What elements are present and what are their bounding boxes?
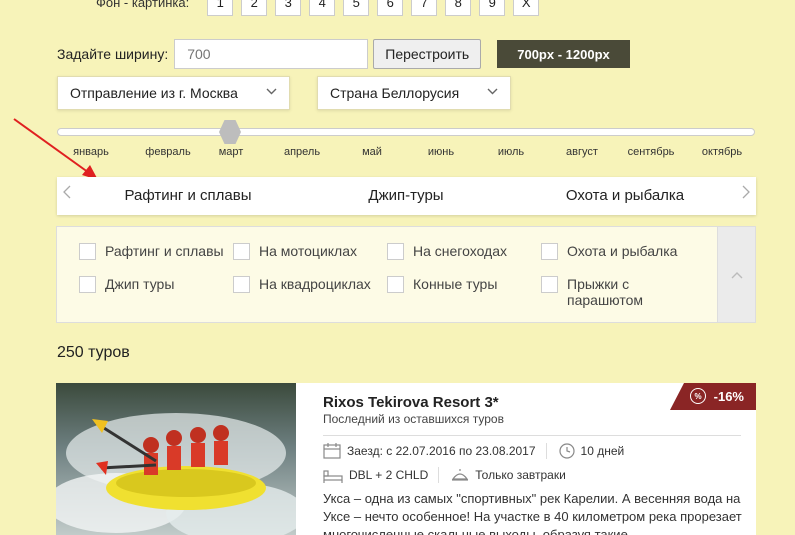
tour-meals: Только завтраки bbox=[475, 468, 566, 482]
tour-photo[interactable] bbox=[56, 383, 296, 535]
tab-rafting[interactable]: Рафтинг и сплавы bbox=[124, 187, 251, 204]
bg-option-7[interactable]: 7 bbox=[411, 0, 438, 16]
background-selector: Фон - картинка: 1 2 3 4 5 6 7 8 9 X bbox=[96, 0, 547, 16]
filter-motorcycles[interactable]: На мотоциклах bbox=[233, 243, 357, 260]
departure-select[interactable]: Отправление из г. Москва bbox=[57, 76, 290, 110]
checkbox[interactable] bbox=[387, 243, 404, 260]
country-select[interactable]: Страна Беллорусия bbox=[317, 76, 511, 110]
filter-skydiving[interactable]: Прыжки с парашютом bbox=[541, 276, 671, 308]
month-label-mar[interactable]: март bbox=[219, 146, 244, 158]
bg-option-6[interactable]: 6 bbox=[377, 0, 404, 16]
tour-subtitle: Последний из оставшихся туров bbox=[323, 412, 504, 426]
tour-dates: Заезд: с 22.07.2016 по 23.08.2017 bbox=[347, 444, 536, 458]
width-control: Задайте ширину: Перестроить 700px - 1200… bbox=[57, 39, 630, 69]
card-divider bbox=[323, 435, 741, 436]
tour-card[interactable]: Rixos Tekirova Resort 3* Последний из ос… bbox=[56, 383, 756, 535]
tour-dates-row: Заезд: с 22.07.2016 по 23.08.2017 10 дне… bbox=[323, 443, 624, 459]
clock-icon bbox=[558, 443, 575, 459]
bg-option-4[interactable]: 4 bbox=[309, 0, 336, 16]
discount-value: -16% bbox=[713, 389, 744, 404]
filter-quads[interactable]: На квадроциклах bbox=[233, 276, 371, 293]
collapse-filters-button[interactable] bbox=[717, 227, 755, 322]
width-label: Задайте ширину: bbox=[57, 46, 169, 62]
chevron-down-icon bbox=[487, 87, 498, 98]
chevron-left-icon[interactable] bbox=[63, 185, 71, 204]
filter-jeep[interactable]: Джип туры bbox=[79, 276, 174, 293]
background-selector-label: Фон - картинка: bbox=[96, 0, 190, 10]
departure-select-value: Отправление из г. Москва bbox=[70, 85, 238, 101]
bg-option-clear[interactable]: X bbox=[513, 0, 540, 16]
tab-jeep-tours[interactable]: Джип-туры bbox=[368, 187, 443, 204]
bed-icon bbox=[323, 470, 343, 483]
tour-room-row: DBL + 2 CHLD Только завтраки bbox=[323, 467, 566, 483]
discount-badge: % -16% bbox=[670, 383, 756, 410]
bg-option-2[interactable]: 2 bbox=[241, 0, 268, 16]
month-slider-handle[interactable] bbox=[219, 120, 241, 144]
chevron-down-icon bbox=[266, 87, 277, 98]
chevron-right-icon[interactable] bbox=[742, 185, 750, 204]
month-label-oct[interactable]: октябрь bbox=[702, 146, 742, 158]
filter-hunting-fishing[interactable]: Охота и рыбалка bbox=[541, 243, 677, 260]
bg-option-8[interactable]: 8 bbox=[445, 0, 472, 16]
filter-snowmobiles[interactable]: На снегоходах bbox=[387, 243, 507, 260]
chevron-up-icon bbox=[731, 271, 742, 278]
tours-count: 250 туров bbox=[57, 344, 130, 361]
tour-duration: 10 дней bbox=[580, 444, 625, 458]
checkbox[interactable] bbox=[233, 243, 250, 260]
month-label-sep[interactable]: сентябрь bbox=[628, 146, 675, 158]
month-label-may[interactable]: май bbox=[362, 146, 382, 158]
checkbox[interactable] bbox=[387, 276, 404, 293]
country-select-value: Страна Беллорусия bbox=[330, 85, 460, 101]
month-label-feb[interactable]: февраль bbox=[145, 146, 190, 158]
category-tabs: Рафтинг и сплавы Джип-туры Охота и рыбал… bbox=[57, 177, 756, 215]
bg-option-5[interactable]: 5 bbox=[343, 0, 370, 16]
checkbox[interactable] bbox=[541, 243, 558, 260]
tab-hunting-fishing[interactable]: Охота и рыбалка bbox=[566, 187, 684, 204]
annotation-arrow-icon bbox=[13, 118, 98, 180]
filter-horse-tours[interactable]: Конные туры bbox=[387, 276, 497, 293]
calendar-icon bbox=[323, 443, 341, 459]
rebuild-button[interactable]: Перестроить bbox=[373, 39, 482, 69]
filter-rafting[interactable]: Рафтинг и сплавы bbox=[79, 243, 224, 260]
bg-option-1[interactable]: 1 bbox=[207, 0, 234, 16]
month-label-jun[interactable]: июнь bbox=[428, 146, 454, 158]
month-slider-track[interactable] bbox=[57, 128, 755, 136]
checkbox[interactable] bbox=[233, 276, 250, 293]
checkbox[interactable] bbox=[541, 276, 558, 293]
month-label-jul[interactable]: июль bbox=[498, 146, 524, 158]
bg-option-9[interactable]: 9 bbox=[479, 0, 506, 16]
month-label-aug[interactable]: август bbox=[566, 146, 598, 158]
tour-title[interactable]: Rixos Tekirova Resort 3* bbox=[323, 394, 499, 411]
checkbox[interactable] bbox=[79, 243, 96, 260]
month-label-apr[interactable]: апрель bbox=[284, 146, 320, 158]
meal-icon bbox=[452, 469, 469, 481]
activity-filters: Рафтинг и сплавы На мотоциклах На снегох… bbox=[56, 226, 756, 323]
percent-icon: % bbox=[690, 388, 706, 404]
tour-description: Укса – одна из самых "спортивных" рек Ка… bbox=[323, 491, 742, 535]
width-input[interactable] bbox=[174, 39, 369, 69]
width-range-badge: 700px - 1200px bbox=[497, 40, 630, 68]
bg-option-3[interactable]: 3 bbox=[275, 0, 302, 16]
tour-room: DBL + 2 CHLD bbox=[349, 468, 429, 482]
checkbox[interactable] bbox=[79, 276, 96, 293]
